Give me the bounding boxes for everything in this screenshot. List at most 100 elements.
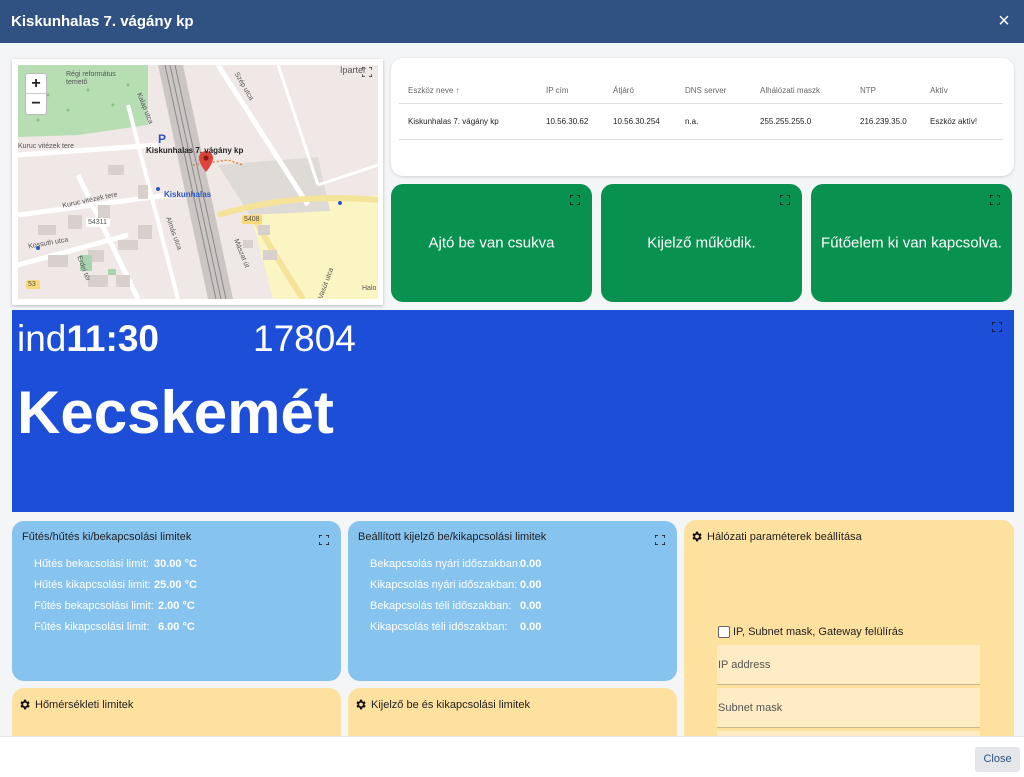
display-limits-title: Beállított kijelző be/kikapcsolási limit… <box>358 531 547 543</box>
device-table: Eszköz neve ↑ IP cím Átjáró DNS server A… <box>399 78 1003 140</box>
cell-active: Eszköz aktív! <box>921 103 1003 140</box>
temperature-limits-card: Hőmérsékleti limitek <box>12 688 341 736</box>
network-settings-title: Hálózati paraméterek beállítása <box>707 530 862 543</box>
zoom-out-button[interactable]: − <box>26 94 46 114</box>
svg-text:P: P <box>158 132 166 146</box>
limit-label: Fűtés bekapcsolási limit: <box>34 600 154 612</box>
col-header-ip[interactable]: IP cím <box>537 78 604 104</box>
fullscreen-icon[interactable] <box>319 535 329 545</box>
display-time: 11:30 <box>66 318 159 359</box>
col-header-active[interactable]: Aktív <box>921 78 1003 104</box>
limit-label: Kikapcsolás nyári időszakban: <box>370 579 518 591</box>
display-onoff-limits-header: Kijelző be és kikapcsolási limitek <box>354 698 530 711</box>
map-label-kuruc1: Kuruc vitézek tere <box>18 143 75 150</box>
status-tile-door: Ajtó be van csukva <box>391 184 592 302</box>
list-item: Bekapcsolás nyári időszakban:0.00 <box>370 558 541 579</box>
heating-limits-title: Fűtés/hűtés ki/bekapcsolási limitek <box>22 531 192 543</box>
display-onoff-limits-card: Kijelző be és kikapcsolási limitek <box>348 688 677 736</box>
map-label-iparter: Iparter <box>340 65 367 75</box>
limit-label: Fűtés kikapcsolási limit: <box>34 621 150 633</box>
gear-icon <box>356 699 366 710</box>
map-label-station-title: Kiskunhalas 7. vágány kp <box>146 146 244 155</box>
col-header-ntp[interactable]: NTP <box>851 78 921 104</box>
cell-dns: n.a. <box>676 103 751 140</box>
override-checkbox[interactable] <box>718 626 730 638</box>
zoom-in-button[interactable]: + <box>26 74 46 94</box>
cell-ntp: 216.239.35.0 <box>851 103 921 140</box>
map-label-halo: Halo <box>362 285 377 292</box>
limit-label: Hűtés kikapcsolási limit: <box>34 579 151 591</box>
list-item: Fűtés kikapcsolási limit: 6.00 °C <box>34 621 197 642</box>
status-heater-text: Fűtőelem ki van kapcsolva. <box>821 234 1002 252</box>
display-limits-card: Beállított kijelző be/kikapcsolási limit… <box>348 521 677 681</box>
limit-value: 6.00 °C <box>158 621 195 633</box>
gear-icon <box>20 699 30 710</box>
network-settings-card: Hálózati paraméterek beállítása IP, Subn… <box>684 520 1014 736</box>
status-tile-heater: Fűtőelem ki van kapcsolva. <box>811 184 1012 302</box>
subnet-mask-input[interactable]: Subnet mask <box>717 688 980 728</box>
col-header-device-name[interactable]: Eszköz neve ↑ <box>399 78 537 104</box>
list-item: Fűtés bekapcsolási limit: 2.00 °C <box>34 600 197 621</box>
dialog-body: P Régi református temető Iparter Kiskunh… <box>0 43 1024 736</box>
map-label-station: Kiskunhalas <box>164 190 212 199</box>
map-label-route-5408: 5408 <box>244 216 260 223</box>
list-item: Bekapcsolás téli időszakban: 0.00 <box>370 600 541 621</box>
override-checkbox-row[interactable]: IP, Subnet mask, Gateway felülírás <box>718 626 903 638</box>
close-icon[interactable]: × <box>994 11 1014 31</box>
dialog-header: Kiskunhalas 7. vágány kp × <box>0 0 1024 43</box>
col-header-gateway[interactable]: Átjáró <box>604 78 676 104</box>
temperature-limits-header: Hőmérsékleti limitek <box>18 698 133 711</box>
map-zoom-control: + − <box>25 73 47 115</box>
fullscreen-icon[interactable] <box>992 322 1002 332</box>
heating-limits-card: Fűtés/hűtés ki/bekapcsolási limitek Hűté… <box>12 521 341 681</box>
limit-label: Bekapcsolás nyári időszakban: <box>370 558 522 570</box>
map-label-route-54311: 54311 <box>88 219 107 226</box>
display-prefix: ind <box>17 318 67 359</box>
cell-subnet: 255.255.255.0 <box>751 103 851 140</box>
limit-label: Bekapcsolás téli időszakban: <box>370 600 512 612</box>
fullscreen-icon[interactable] <box>655 535 665 545</box>
list-item: Kikapcsolás téli időszakban: 0.00 <box>370 621 541 642</box>
passenger-display: ind11:30 17804 Kecskemét <box>12 310 1014 512</box>
display-onoff-limits-title: Kijelző be és kikapcsolási limitek <box>371 698 530 711</box>
map-canvas[interactable]: P Régi református temető Iparter Kiskunh… <box>18 65 378 299</box>
dialog-footer: Close <box>0 736 1024 777</box>
network-settings-header: Hálózati paraméterek beállítása <box>690 530 862 543</box>
location-map[interactable]: P Régi református temető Iparter Kiskunh… <box>12 59 383 305</box>
display-destination: Kecskemét <box>17 379 334 446</box>
limit-value: 30.00 °C <box>154 558 197 570</box>
col-header-subnet[interactable]: Alhálózati maszk <box>751 78 851 104</box>
device-table-card: Eszköz neve ↑ IP cím Átjáró DNS server A… <box>391 58 1014 176</box>
display-limits-rows: Bekapcsolás nyári időszakban:0.00 Kikapc… <box>370 558 541 642</box>
cell-ip: 10.56.30.62 <box>537 103 604 140</box>
fullscreen-icon[interactable] <box>570 195 580 205</box>
limit-value: 0.00 <box>520 579 542 591</box>
col-header-dns[interactable]: DNS server <box>676 78 751 104</box>
fullscreen-icon[interactable] <box>780 195 790 205</box>
list-item: Hűtés kikapcsolási limit: 25.00 °C <box>34 579 197 600</box>
dialog-title: Kiskunhalas 7. vágány kp <box>11 13 194 30</box>
temperature-limits-title: Hőmérsékleti limitek <box>35 698 134 711</box>
fullscreen-icon[interactable] <box>990 195 1000 205</box>
ip-address-input[interactable]: IP address <box>717 645 980 685</box>
display-train-number: 17804 <box>253 318 356 359</box>
map-label-cemetery: Régi református temető <box>66 71 116 86</box>
status-display-text: Kijelző működik. <box>647 234 756 252</box>
list-item: Hűtés bekacsolási limit: 30.00 °C <box>34 558 197 579</box>
list-item: Kikapcsolás nyári időszakban: 0.00 <box>370 579 541 600</box>
limit-value: 0.00 <box>520 621 542 633</box>
limit-value: 0.00 <box>520 600 542 612</box>
display-line1: ind11:30 17804 <box>17 318 356 360</box>
limit-label: Hűtés bekacsolási limit: <box>34 558 149 570</box>
override-checkbox-label[interactable]: IP, Subnet mask, Gateway felülírás <box>733 626 903 638</box>
cell-device-name: Kiskunhalas 7. vágány kp <box>399 103 537 140</box>
close-button[interactable]: Close <box>975 747 1020 772</box>
limit-value: 25.00 °C <box>154 579 197 591</box>
heating-limits-rows: Hűtés bekacsolási limit: 30.00 °C Hűtés k… <box>34 558 197 642</box>
status-door-text: Ajtó be van csukva <box>428 234 555 252</box>
limit-value: 2.00 °C <box>158 600 195 612</box>
cell-gateway: 10.56.30.254 <box>604 103 676 140</box>
map-label-route-53: 53 <box>28 281 36 288</box>
table-row[interactable]: Kiskunhalas 7. vágány kp 10.56.30.62 10.… <box>399 103 1003 140</box>
table-header-row: Eszköz neve ↑ IP cím Átjáró DNS server A… <box>399 78 1003 104</box>
